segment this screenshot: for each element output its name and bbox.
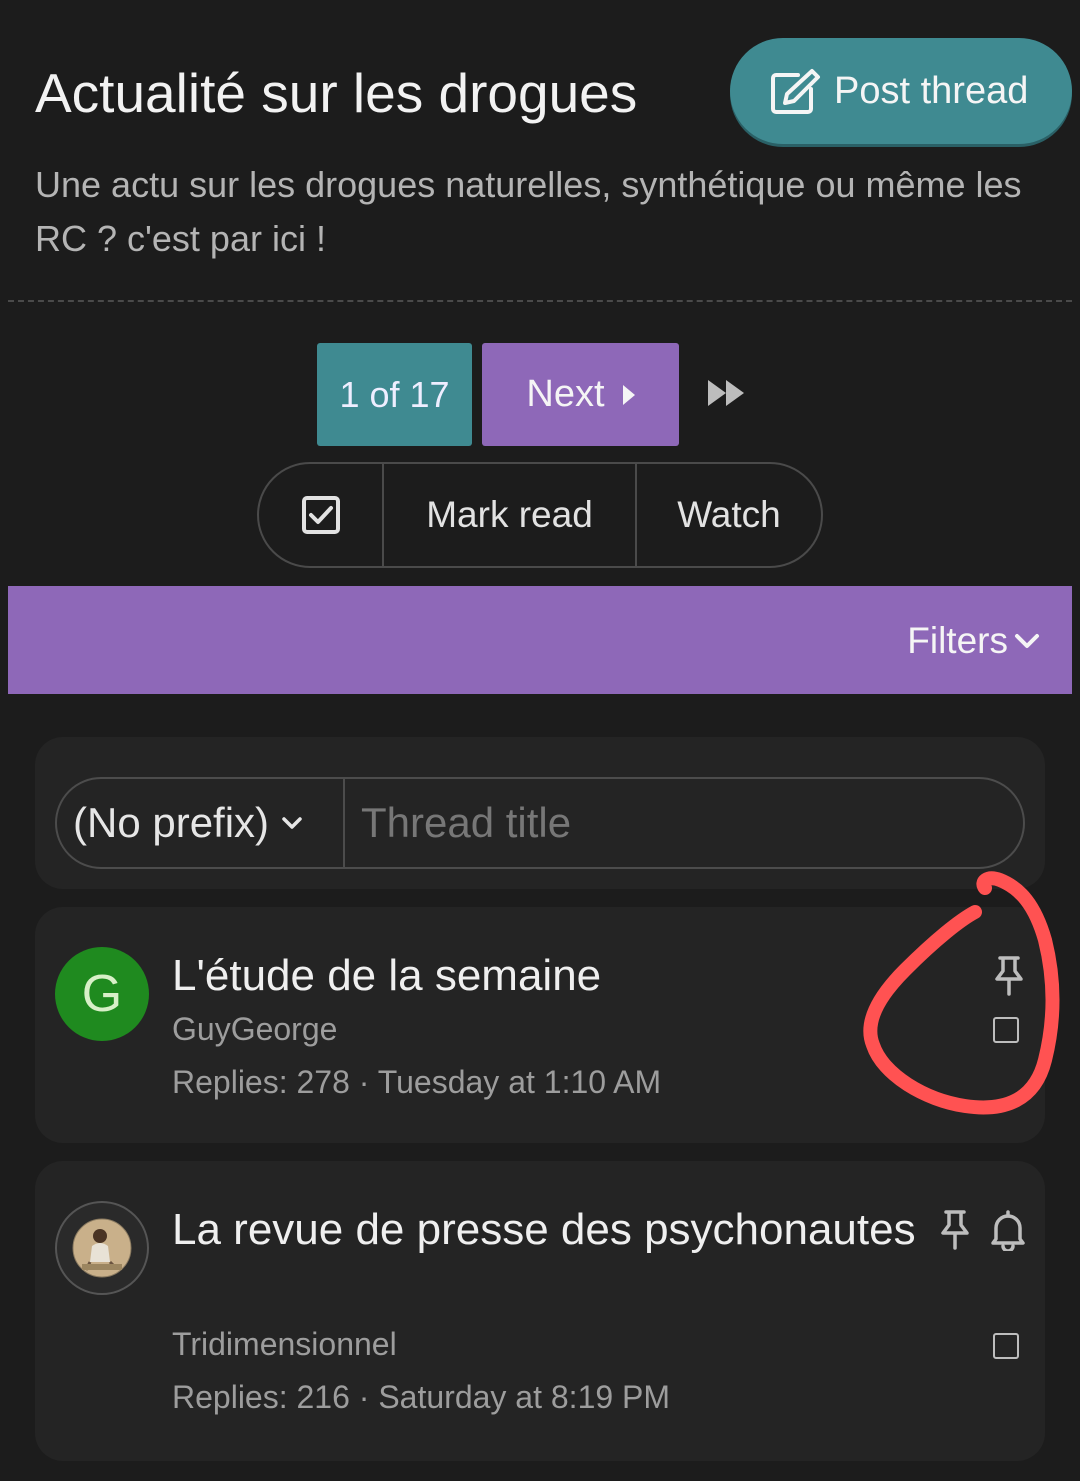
filters-bar: Filters (8, 586, 1072, 694)
pin-icon (941, 1210, 969, 1250)
thread-meta: Replies: 216 · Saturday at 8:19 PM (172, 1379, 670, 1416)
thread-date[interactable]: Tuesday at 1:10 AM (378, 1064, 661, 1100)
quick-thread-box: (No prefix) (35, 737, 1045, 889)
next-label: Next (526, 373, 605, 415)
select-checkbox[interactable] (993, 1333, 1019, 1359)
prefix-select[interactable]: (No prefix) (57, 779, 345, 867)
thread-meta: Replies: 278 · Tuesday at 1:10 AM (172, 1064, 661, 1101)
page-title: Actualité sur les drogues (35, 62, 638, 124)
filters-label: Filters (907, 620, 1008, 661)
mark-read-button[interactable]: Mark read (382, 464, 635, 566)
chevron-down-icon (282, 817, 302, 829)
select-toggle-button[interactable] (259, 464, 382, 566)
checkbox-check-icon (301, 496, 340, 534)
thread-title-input[interactable] (345, 779, 1023, 867)
post-thread-label: Post thread (834, 69, 1029, 112)
avatar-photo (72, 1218, 132, 1278)
avatar[interactable] (55, 1201, 149, 1295)
quick-thread-input-group: (No prefix) (55, 777, 1025, 869)
thread-date[interactable]: Saturday at 8:19 PM (378, 1379, 670, 1415)
select-checkbox[interactable] (993, 1017, 1019, 1043)
next-page-button[interactable]: Next (482, 343, 679, 446)
filters-button[interactable]: Filters (907, 620, 1040, 662)
thread-item: G L'étude de la semaine GuyGeorge Replie… (35, 907, 1045, 1143)
caret-right-icon (622, 384, 635, 405)
fast-forward-icon[interactable] (706, 378, 748, 408)
thread-title[interactable]: L'étude de la semaine (172, 945, 601, 1007)
divider (8, 300, 1072, 302)
edit-icon (771, 69, 820, 114)
thread-replies: Replies: 278 (172, 1064, 350, 1100)
thread-actions-group: Mark read Watch (257, 462, 823, 568)
meta-separator: · (358, 1064, 378, 1100)
forum-page: Actualité sur les drogues Post thread Un… (0, 0, 1080, 1481)
page-indicator[interactable]: 1 of 17 (317, 343, 472, 446)
thread-author[interactable]: GuyGeorge (172, 1011, 337, 1048)
watch-button[interactable]: Watch (635, 464, 821, 566)
forum-description: Une actu sur les drogues naturelles, syn… (35, 164, 1022, 259)
meta-separator: · (358, 1379, 379, 1415)
thread-title[interactable]: La revue de presse des psychonautes (172, 1199, 932, 1261)
post-thread-button[interactable]: Post thread (730, 38, 1072, 144)
thread-replies: Replies: 216 (172, 1379, 350, 1415)
chevron-down-icon (1015, 634, 1039, 648)
thread-item: La revue de presse des psychonautes Trid… (35, 1161, 1045, 1461)
prefix-value: (No prefix) (73, 799, 270, 846)
pin-icon (995, 956, 1023, 996)
bell-icon[interactable] (989, 1209, 1027, 1251)
avatar[interactable]: G (55, 947, 149, 1041)
thread-author[interactable]: Tridimensionnel (172, 1326, 397, 1363)
